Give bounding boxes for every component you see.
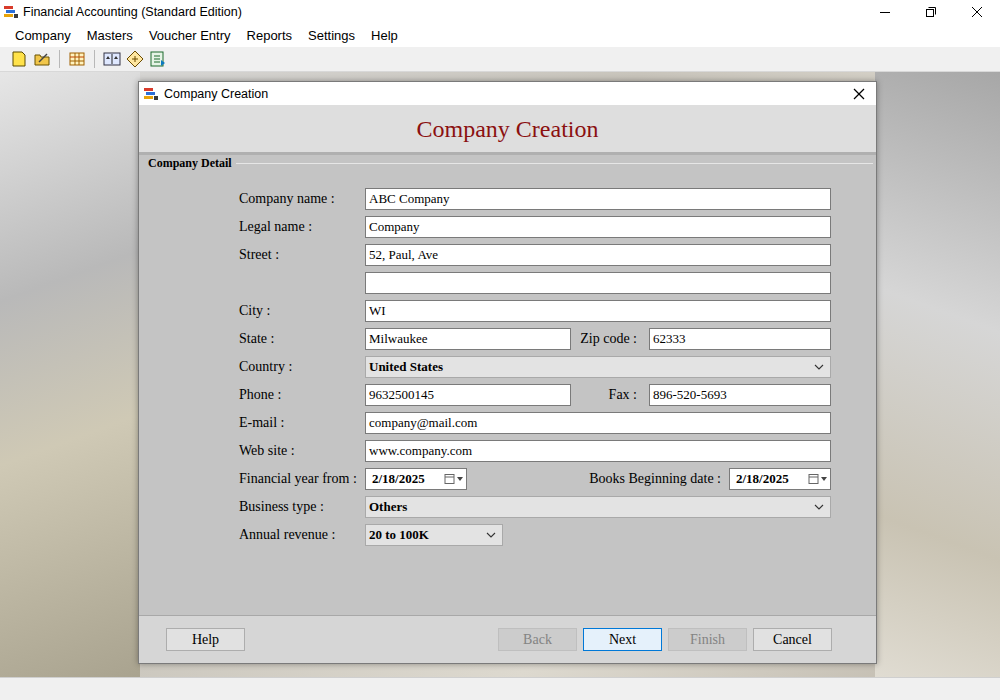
- ledger-icon[interactable]: [126, 50, 144, 68]
- text-field[interactable]: ABC Company: [365, 188, 831, 210]
- dropdown[interactable]: United States: [365, 356, 831, 378]
- field-label: Legal name :: [239, 219, 365, 235]
- toolbar-separator: [59, 50, 60, 68]
- title-bar: Financial Accounting (Standard Edition): [0, 0, 1000, 23]
- field-label: Phone :: [239, 387, 365, 403]
- text-field[interactable]: www.company.com: [365, 440, 831, 462]
- text-field[interactable]: 52, Paul, Ave: [365, 244, 831, 266]
- open-folder-icon[interactable]: [33, 50, 51, 68]
- menu-item[interactable]: Voucher Entry: [141, 26, 239, 45]
- menu-item[interactable]: Company: [7, 26, 79, 45]
- calendar-icon: [808, 473, 828, 485]
- field-label: Country :: [239, 359, 365, 375]
- dropdown[interactable]: Others: [365, 496, 831, 518]
- app-window: Financial Accounting (Standard Edition) C…: [0, 0, 1000, 700]
- chevron-down-icon: [814, 504, 824, 510]
- app-logo-icon: [3, 4, 19, 20]
- field-label: Books Beginning date :: [467, 471, 729, 487]
- field-label: Company name :: [239, 191, 365, 207]
- table-icon[interactable]: [68, 50, 86, 68]
- app-logo-icon: [143, 86, 159, 102]
- field-label: City :: [239, 303, 365, 319]
- field-label: Web site :: [239, 443, 365, 459]
- text-field[interactable]: 62333: [649, 328, 831, 350]
- text-field[interactable]: 896-520-5693: [649, 384, 831, 406]
- text-field[interactable]: WI: [365, 300, 831, 322]
- menu-item[interactable]: Settings: [300, 26, 363, 45]
- desktop-area: Company Creation Company Creation Company …: [0, 72, 1000, 677]
- text-field[interactable]: company@mail.com: [365, 412, 831, 434]
- menu-item[interactable]: Reports: [239, 26, 301, 45]
- wizard-button[interactable]: Back: [498, 628, 577, 651]
- text-field[interactable]: Milwaukee: [365, 328, 571, 350]
- text-field[interactable]: 9632500145: [365, 384, 571, 406]
- toolbar: [0, 47, 1000, 72]
- group-label: Company Detail: [148, 156, 232, 171]
- company-creation-dialog: Company Creation Company Creation Company …: [138, 81, 877, 664]
- minimize-icon[interactable]: [862, 1, 908, 23]
- menu-item[interactable]: Masters: [79, 26, 141, 45]
- menu-bar: CompanyMastersVoucher EntryReportsSettin…: [0, 23, 1000, 47]
- field-label: Business type :: [239, 499, 365, 515]
- dialog-title-bar: Company Creation: [139, 82, 876, 105]
- close-icon[interactable]: [852, 87, 866, 101]
- wizard-button[interactable]: Finish: [668, 628, 747, 651]
- field-label: State :: [239, 331, 365, 347]
- date-picker[interactable]: 2/18/2025: [729, 468, 831, 490]
- date-picker[interactable]: 2/18/2025: [365, 468, 467, 490]
- field-label: Annual revenue :: [239, 527, 365, 543]
- company-form: Company name :ABC CompanyLegal name :Com…: [139, 171, 876, 549]
- field-label: E-mail :: [239, 415, 365, 431]
- field-label: Street :: [239, 247, 365, 263]
- dialog-title: Company Creation: [164, 87, 268, 101]
- chevron-down-icon: [814, 364, 824, 370]
- close-icon[interactable]: [954, 1, 1000, 23]
- text-field[interactable]: [365, 272, 831, 294]
- text-field[interactable]: Company: [365, 216, 831, 238]
- restore-icon[interactable]: [908, 1, 954, 23]
- wizard-button[interactable]: Next: [583, 628, 662, 651]
- company-detail-group: Company DetailCompany name :ABC CompanyL…: [139, 152, 876, 615]
- export-icon[interactable]: [149, 50, 167, 68]
- dialog-heading: Company Creation: [139, 105, 876, 152]
- help-button[interactable]: Help: [166, 628, 245, 651]
- menu-item[interactable]: Help: [363, 26, 406, 45]
- window-title: Financial Accounting (Standard Edition): [23, 5, 242, 19]
- calendar-icon: [444, 473, 464, 485]
- chevron-down-icon: [486, 532, 496, 538]
- balance-icon[interactable]: [103, 50, 121, 68]
- new-file-icon[interactable]: [10, 50, 28, 68]
- field-label: Financial year from :: [239, 471, 365, 487]
- toolbar-separator: [94, 50, 95, 68]
- field-label: Fax :: [571, 387, 649, 403]
- button-bar: Help Back Next Finish Cancel: [139, 615, 876, 663]
- status-bar: [0, 677, 1000, 700]
- wizard-button[interactable]: Cancel: [753, 628, 832, 651]
- dropdown[interactable]: 20 to 100K: [365, 524, 503, 546]
- field-label: Zip code :: [571, 331, 649, 347]
